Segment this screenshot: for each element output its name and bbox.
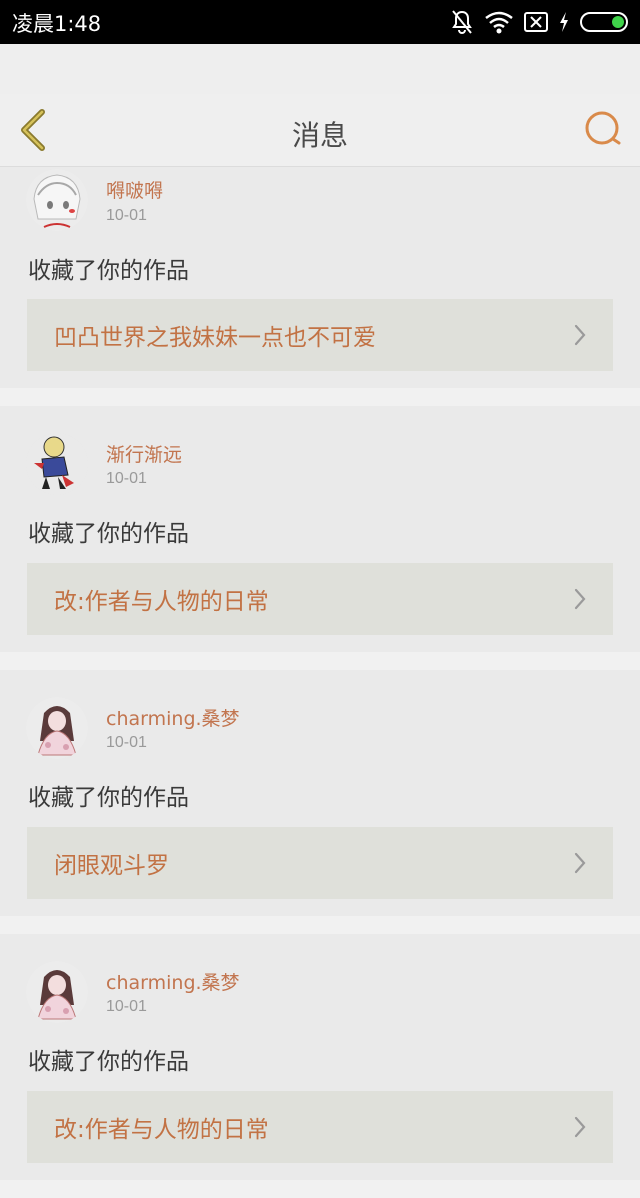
- message-card: 渐行渐远 10-01 收藏了你的作品 改:作者与人物的日常: [0, 406, 640, 652]
- message-date: 10-01: [106, 470, 147, 487]
- search-icon: [585, 111, 621, 145]
- chevron-right-icon: [574, 852, 586, 874]
- wifi-icon: [485, 11, 513, 34]
- work-link[interactable]: 闭眼观斗罗: [27, 827, 613, 899]
- work-link[interactable]: 改:作者与人物的日常: [27, 563, 613, 635]
- message-date: 10-01: [106, 734, 147, 751]
- work-title: 改:作者与人物的日常: [54, 1117, 269, 1143]
- username[interactable]: 渐行渐远: [106, 440, 182, 467]
- work-title: 改:作者与人物的日常: [54, 589, 269, 615]
- page-title: 消息: [291, 119, 348, 152]
- action-text: 收藏了你的作品: [28, 258, 189, 284]
- message-date: 10-01: [106, 998, 147, 1015]
- status-icons: [450, 8, 630, 36]
- bell-muted-icon: [452, 10, 472, 34]
- work-link[interactable]: 凹凸世界之我妹妹一点也不可爱: [27, 299, 613, 371]
- status-time: 凌晨1:48: [12, 12, 102, 36]
- action-text: 收藏了你的作品: [28, 1049, 189, 1075]
- avatar-image: [26, 697, 88, 759]
- top-spacer: [0, 44, 640, 94]
- avatar[interactable]: [26, 697, 88, 759]
- avatar-image: [26, 169, 88, 231]
- work-title: 凹凸世界之我妹妹一点也不可爱: [54, 325, 376, 351]
- message-card: 嘚啵嘚 10-01 收藏了你的作品 凹凸世界之我妹妹一点也不可爱: [0, 167, 640, 388]
- message-card: charming.桑梦 10-01 收藏了你的作品 闭眼观斗罗: [0, 670, 640, 916]
- work-title: 闭眼观斗罗: [54, 853, 169, 879]
- work-link[interactable]: 改:作者与人物的日常: [27, 1091, 613, 1163]
- avatar-image: [26, 961, 88, 1023]
- username[interactable]: 嘚啵嘚: [106, 176, 163, 203]
- chevron-right-icon: [574, 324, 586, 346]
- charging-icon: [560, 12, 568, 32]
- chevron-right-icon: [574, 1116, 586, 1138]
- avatar[interactable]: [26, 961, 88, 1023]
- avatar[interactable]: [26, 169, 88, 231]
- username[interactable]: charming.桑梦: [106, 704, 240, 731]
- status-bar: 凌晨1:48: [0, 0, 640, 44]
- message-list: 嘚啵嘚 10-01 收藏了你的作品 凹凸世界之我妹妹一点也不可爱 渐行渐远 10…: [0, 167, 640, 1198]
- action-text: 收藏了你的作品: [28, 521, 189, 547]
- avatar[interactable]: [26, 433, 88, 495]
- message-date: 10-01: [106, 207, 147, 224]
- search-button[interactable]: [582, 108, 626, 152]
- message-card: charming.桑梦 10-01 收藏了你的作品 改:作者与人物的日常: [0, 934, 640, 1180]
- top-bar: 消息: [0, 94, 640, 167]
- avatar-image: [26, 433, 88, 495]
- chevron-right-icon: [574, 588, 586, 610]
- battery-icon: [580, 12, 628, 32]
- no-sim-icon: [524, 12, 548, 32]
- username[interactable]: charming.桑梦: [106, 968, 240, 995]
- action-text: 收藏了你的作品: [28, 785, 189, 811]
